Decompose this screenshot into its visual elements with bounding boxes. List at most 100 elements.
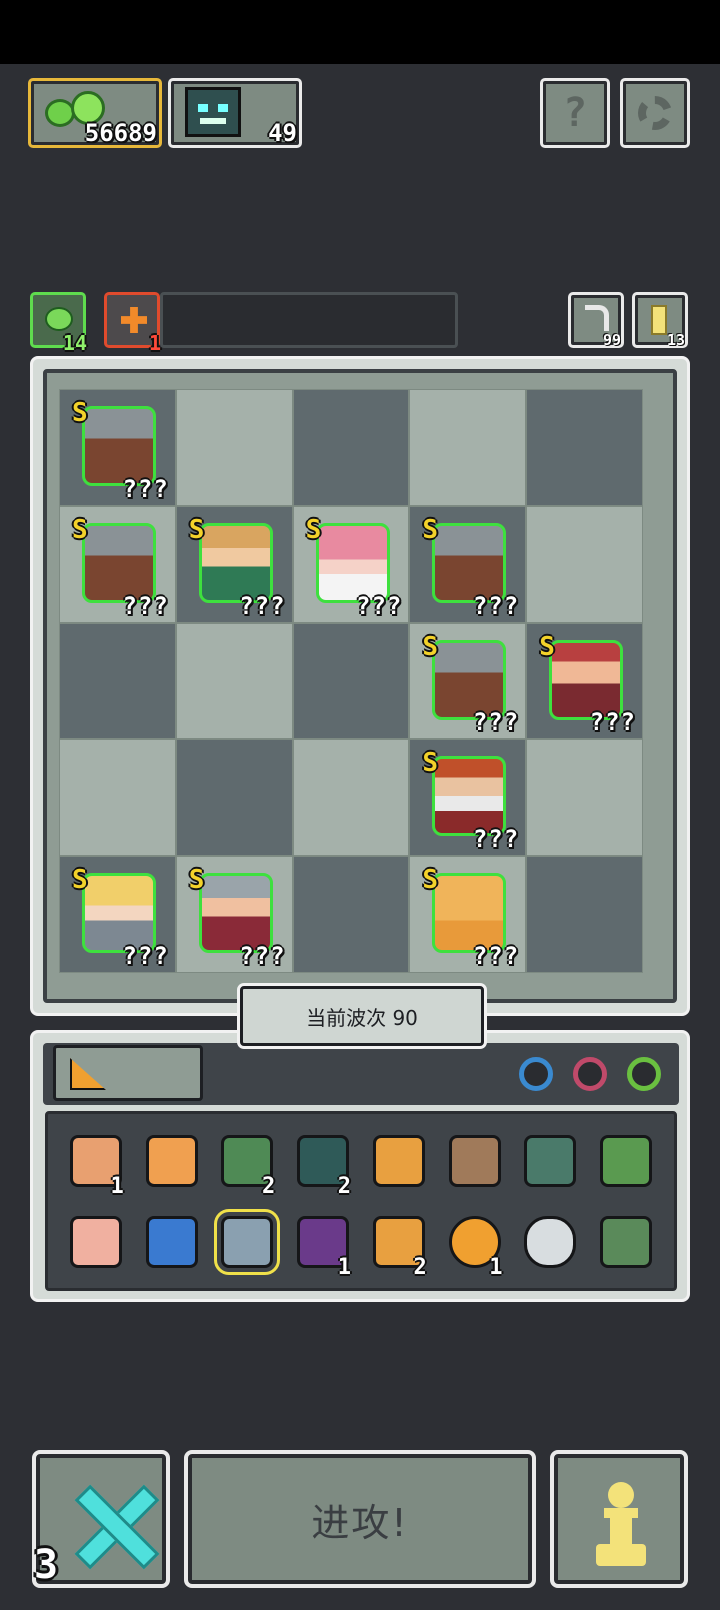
status-bar	[0, 0, 720, 64]
slingshot-icon	[448, 1134, 501, 1187]
board-cell[interactable]	[175, 739, 293, 857]
rank-badge: S	[539, 631, 555, 662]
monster-card-counter[interactable]: 49	[168, 78, 302, 148]
rank-badge: S	[72, 398, 88, 428]
attack-label: 进攻!	[311, 1500, 409, 1545]
wave-indicator: 当前波次 90	[240, 986, 484, 1046]
mirror-icon	[524, 1215, 577, 1268]
board-cell[interactable]: S ???	[526, 622, 643, 740]
cat-badge-icon	[145, 1134, 198, 1187]
heal-skill-slot[interactable]: 1	[104, 292, 161, 355]
eye-palm-icon	[69, 1215, 122, 1268]
board-cell[interactable]	[292, 739, 410, 857]
gear-icon	[638, 96, 672, 130]
inventory-tab[interactable]	[53, 1045, 203, 1101]
board-cell[interactable]	[59, 739, 176, 857]
item-count: 1	[337, 1255, 351, 1280]
settings-button[interactable]	[620, 78, 690, 148]
red-orb-icon[interactable]	[573, 1057, 607, 1091]
item-count: 2	[413, 1255, 427, 1280]
rank-badge: S	[188, 865, 205, 896]
cheese-wedge-icon	[70, 1058, 106, 1090]
inventory-item[interactable]	[365, 1124, 433, 1197]
board-cell[interactable]	[526, 389, 643, 506]
item-count: 1	[489, 1255, 503, 1280]
board-cell[interactable]: S ???	[409, 505, 527, 623]
inventory-item[interactable]	[138, 1124, 206, 1197]
inventory-panel: 1 2 2 1 2 1	[30, 1030, 690, 1302]
board-cell[interactable]	[292, 622, 410, 740]
board-cell[interactable]	[526, 505, 643, 623]
pawn-button[interactable]	[550, 1450, 688, 1588]
inventory-item[interactable]: 2	[289, 1124, 357, 1199]
monster-card-count: 49	[268, 119, 297, 147]
board-cell[interactable]: S ???	[175, 856, 293, 973]
rank-badge: S	[422, 631, 439, 662]
inventory-item[interactable]: 2	[214, 1124, 282, 1199]
slime-skill-slot[interactable]: 14	[30, 292, 87, 355]
board-cell[interactable]	[175, 622, 293, 740]
plus-heal-icon	[121, 307, 147, 333]
slime-count: 14	[62, 331, 87, 355]
arrow-icon	[600, 1215, 653, 1268]
undo-button[interactable]: 99	[568, 292, 624, 349]
unit-stats: ???	[122, 942, 169, 970]
rank-badge: S	[422, 748, 439, 779]
inventory-item[interactable]: 2	[365, 1205, 433, 1280]
cancel-button[interactable]: 3	[32, 1450, 170, 1588]
inventory-item[interactable]: 1	[441, 1205, 509, 1280]
undo-count: 99	[602, 331, 621, 349]
board-grid: S ??? S ??? S ??? S ??? S ??? S ??? S ??…	[59, 389, 643, 973]
key-count: 13	[666, 331, 685, 349]
pawn-icon	[596, 1482, 646, 1568]
inventory-item[interactable]	[592, 1124, 660, 1197]
green-orb-icon[interactable]	[627, 1057, 661, 1091]
item-count: 1	[110, 1174, 124, 1199]
rank-badge: S	[305, 514, 322, 545]
board-cell[interactable]: S ???	[409, 739, 527, 857]
blue-orb-icon[interactable]	[519, 1057, 553, 1091]
board-cell[interactable]: S ???	[409, 622, 527, 740]
rank-badge: S	[422, 865, 439, 896]
inventory-item[interactable]	[138, 1205, 206, 1278]
inventory-item[interactable]	[441, 1124, 509, 1197]
inventory-item[interactable]: 1	[289, 1205, 357, 1280]
rank-badge: S	[422, 514, 439, 545]
board-cell[interactable]: S ???	[175, 505, 293, 623]
unit-stats: ???	[239, 591, 286, 620]
inventory-item[interactable]	[62, 1205, 130, 1278]
inventory-header	[43, 1043, 679, 1105]
inventory-item[interactable]	[517, 1205, 585, 1278]
board-cell[interactable]	[526, 856, 643, 973]
board-cell[interactable]: S ???	[59, 389, 176, 506]
cancel-count: 3	[34, 1542, 59, 1588]
board-cell[interactable]: S ???	[292, 505, 410, 623]
board-cell[interactable]	[526, 739, 643, 857]
item-count: 2	[262, 1174, 276, 1199]
inventory-item[interactable]	[214, 1205, 282, 1278]
unit-stats: ???	[239, 942, 286, 970]
board-cell[interactable]	[409, 389, 527, 506]
board-cell[interactable]: S ???	[59, 505, 176, 623]
key-button[interactable]: 13	[632, 292, 688, 349]
attack-button[interactable]: 进攻!	[184, 1450, 536, 1588]
help-icon: ?	[562, 90, 588, 136]
board-cell[interactable]: S ???	[409, 856, 527, 973]
board-cell[interactable]	[292, 389, 410, 506]
inventory-item[interactable]	[592, 1205, 660, 1278]
board-cell[interactable]: S ???	[59, 856, 176, 973]
undo-arrow-icon	[585, 305, 609, 331]
inventory-item[interactable]	[517, 1124, 585, 1197]
help-button[interactable]: ?	[540, 78, 610, 148]
rank-badge: S	[72, 514, 88, 545]
board-cell[interactable]	[292, 856, 410, 973]
ice-crystal-icon	[214, 1208, 281, 1275]
unit-stats: ???	[472, 825, 520, 854]
inventory-item[interactable]: 1	[62, 1124, 130, 1199]
blue-wind-icon	[145, 1215, 198, 1268]
unit-stats: ???	[472, 591, 520, 620]
gem-counter[interactable]: 56689	[28, 78, 162, 148]
board-cell[interactable]	[175, 389, 293, 506]
treasure-chest-icon	[600, 1134, 653, 1187]
board-cell[interactable]	[59, 622, 176, 740]
